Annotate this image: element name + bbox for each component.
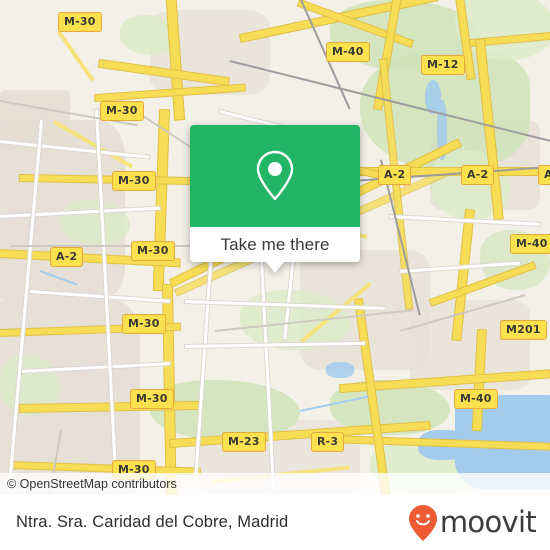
road-shield: M-40 [326,42,370,62]
road-shield: M-30 [58,12,102,32]
road-shield: A-2 [378,165,412,185]
road-shield: M-30 [131,241,175,261]
map-rail-line [10,245,220,247]
map-attribution: © OpenStreetMap contributors [0,473,550,495]
take-me-there-button[interactable]: Take me there [190,227,360,273]
road-shield: M-40 [510,234,550,254]
attribution-text: © OpenStreetMap contributors [7,477,177,491]
map-pin-icon [256,150,294,201]
road-shield: M-30 [100,101,144,121]
road-shield: M-12 [421,55,465,75]
road-shield: M-30 [112,171,156,191]
moovit-brand[interactable]: moovit [408,504,537,542]
road-shield: A-2 [50,247,84,267]
map-water-body [326,362,354,378]
road-shield: M201 [500,320,547,340]
road-shield: M-23 [222,432,266,452]
road-shield: R-3 [311,432,345,452]
moovit-map-screen: M-30 M-40 M-12 M-30 M-30 A-2 A-2 A-2 M-3… [0,0,550,550]
place-name-label: Ntra. Sra. Caridad del Cobre, Madrid [16,513,289,531]
moovit-wordmark: moovit [439,505,537,539]
road-shield: A-2 [461,165,495,185]
callout-pointer-tail [266,262,284,273]
road-shield: M-30 [130,389,174,409]
moovit-smiley-pin-icon [408,504,437,541]
map-viewport[interactable]: M-30 M-40 M-12 M-30 M-30 A-2 A-2 A-2 M-3… [0,0,550,495]
location-callout-card[interactable]: Take me there [190,125,360,273]
footer-bar: Ntra. Sra. Caridad del Cobre, Madrid moo… [0,495,550,550]
road-shield: M-40 [454,389,498,409]
take-me-there-label: Take me there [220,234,330,254]
callout-icon-panel [190,125,360,227]
road-shield: M-30 [122,314,166,334]
road-shield: A-2 [538,165,550,185]
